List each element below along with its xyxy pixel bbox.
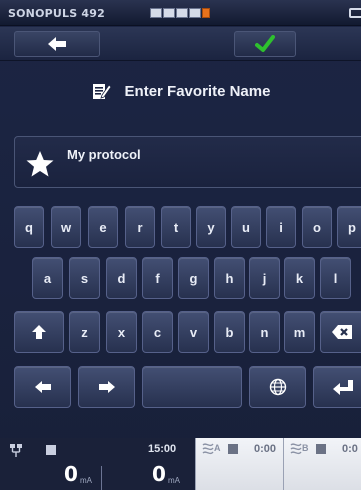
edit-note-icon xyxy=(92,84,111,99)
key-a[interactable]: a xyxy=(32,257,63,299)
key-w[interactable]: w xyxy=(51,206,81,248)
channel-b-indicator xyxy=(316,444,326,454)
confirm-button[interactable] xyxy=(234,31,296,57)
star-icon xyxy=(26,151,54,177)
key-z[interactable]: z xyxy=(69,311,100,353)
activity-segment xyxy=(150,8,162,18)
key-q[interactable]: q xyxy=(14,206,44,248)
activity-indicator xyxy=(150,8,210,18)
globe-icon xyxy=(269,378,286,396)
channel-divider xyxy=(101,466,102,490)
space-key[interactable] xyxy=(142,366,242,408)
channel-b-time: 0:0 xyxy=(342,443,358,455)
network-icon xyxy=(10,444,22,457)
dialog-title: Enter Favorite Name xyxy=(124,82,271,100)
key-d[interactable]: d xyxy=(106,257,137,299)
key-b[interactable]: b xyxy=(214,311,245,353)
shift-key[interactable] xyxy=(14,311,64,353)
channel-b-tile[interactable]: B 0:0 xyxy=(283,438,361,490)
key-i[interactable]: i xyxy=(266,206,296,248)
status-bar: SONOPULS 492 xyxy=(0,0,361,26)
favorite-name-value: My protocol xyxy=(67,147,141,162)
cursor-left-key[interactable] xyxy=(14,366,71,408)
device-name: SONOPULS 492 xyxy=(8,7,105,20)
key-n[interactable]: n xyxy=(249,311,280,353)
channel-b-label: B xyxy=(302,443,309,453)
key-s[interactable]: s xyxy=(69,257,100,299)
key-v[interactable]: v xyxy=(178,311,209,353)
key-k[interactable]: k xyxy=(284,257,315,299)
key-t[interactable]: t xyxy=(161,206,191,248)
key-f[interactable]: f xyxy=(142,257,173,299)
key-x[interactable]: x xyxy=(106,311,137,353)
enter-key[interactable] xyxy=(313,366,361,408)
channel-panel: 15:00 0 mA 0 mA A 0:00 B 0:0 xyxy=(0,438,361,490)
channel-a-indicator xyxy=(228,444,238,454)
shift-icon xyxy=(32,325,46,339)
key-e[interactable]: e xyxy=(88,206,118,248)
electrode-icon xyxy=(202,443,214,455)
activity-segment xyxy=(189,8,201,18)
cursor-left-icon xyxy=(34,381,51,393)
channel-a-tile[interactable]: A 0:00 xyxy=(195,438,283,490)
battery-icon xyxy=(349,8,361,18)
channel-a-time: 0:00 xyxy=(254,443,277,455)
key-u[interactable]: u xyxy=(231,206,261,248)
dialog-title-row: Enter Favorite Name xyxy=(0,76,361,106)
backspace-key[interactable] xyxy=(320,311,361,353)
backspace-icon xyxy=(332,325,352,339)
activity-segment-active xyxy=(202,8,210,18)
channel-indicator xyxy=(46,445,56,455)
favorite-name-screen: SONOPULS 492 Enter Favorite Name My prot… xyxy=(0,0,361,490)
cursor-right-icon xyxy=(98,381,115,393)
channel-right-unit: mA xyxy=(168,476,180,485)
favorite-name-input[interactable]: My protocol xyxy=(14,136,361,188)
back-arrow-icon xyxy=(48,37,66,51)
nav-bar xyxy=(0,27,361,61)
key-c[interactable]: c xyxy=(142,311,173,353)
channel-right-value: 0 xyxy=(152,462,166,486)
channel-left-unit: mA xyxy=(80,476,92,485)
key-p[interactable]: p xyxy=(337,206,361,248)
channel-a-label: A xyxy=(214,443,221,453)
total-time: 15:00 xyxy=(148,443,177,455)
checkmark-icon xyxy=(255,35,275,52)
enter-icon xyxy=(333,380,353,395)
key-y[interactable]: y xyxy=(196,206,226,248)
language-key[interactable] xyxy=(249,366,306,408)
key-l[interactable]: l xyxy=(320,257,351,299)
key-o[interactable]: o xyxy=(302,206,332,248)
channel-left-value: 0 xyxy=(64,462,78,486)
activity-segment xyxy=(163,8,175,18)
channel-summary: 15:00 0 mA 0 mA xyxy=(0,438,195,490)
key-g[interactable]: g xyxy=(178,257,209,299)
key-r[interactable]: r xyxy=(125,206,155,248)
back-button[interactable] xyxy=(14,31,100,57)
key-h[interactable]: h xyxy=(214,257,245,299)
key-j[interactable]: j xyxy=(249,257,280,299)
key-m[interactable]: m xyxy=(284,311,315,353)
activity-segment xyxy=(176,8,188,18)
cursor-right-key[interactable] xyxy=(78,366,135,408)
electrode-icon xyxy=(290,443,302,455)
